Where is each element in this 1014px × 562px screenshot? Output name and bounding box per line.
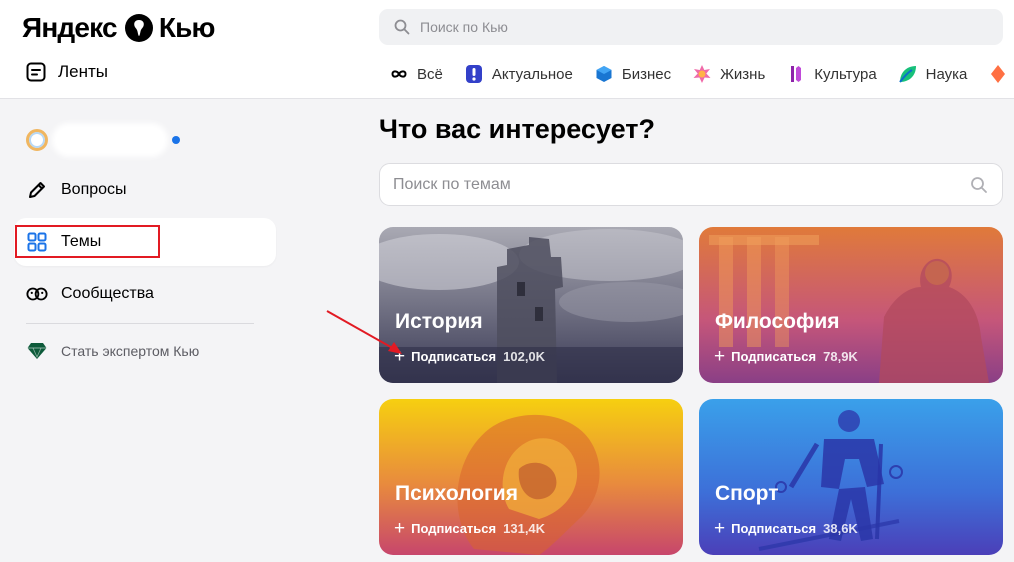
topic-search-input[interactable] xyxy=(393,175,963,194)
category-actual[interactable]: Актуальное xyxy=(464,64,573,84)
become-expert-link[interactable]: Стать экспертом Кью xyxy=(26,340,199,362)
sidebar-item-label: Сообщества xyxy=(61,285,154,302)
feeds-label: Ленты xyxy=(58,62,109,81)
diamond-icon xyxy=(988,64,1008,84)
page-title: Что вас интересует? xyxy=(379,114,655,144)
category-label: Культура xyxy=(814,65,877,83)
become-expert-label: Стать экспертом Кью xyxy=(61,343,200,359)
business-icon xyxy=(594,64,614,84)
category-life[interactable]: Жизнь xyxy=(692,64,765,84)
category-culture[interactable]: Культура xyxy=(786,64,877,84)
subscribe-button[interactable]: + Подписаться 38,6K xyxy=(714,519,858,538)
actual-icon xyxy=(464,64,484,84)
science-icon xyxy=(898,64,918,84)
category-business[interactable]: Бизнес xyxy=(594,64,671,84)
subscriber-count: 102,0K xyxy=(503,349,546,364)
topic-card-history[interactable]: История + Подписаться 102,0K xyxy=(379,227,683,383)
global-search-bar[interactable] xyxy=(379,9,1003,45)
category-label: Жизнь xyxy=(720,65,766,83)
plus-icon: + xyxy=(394,346,406,367)
topic-title: История xyxy=(395,310,483,333)
subscriber-count: 78,9K xyxy=(823,349,858,364)
global-search-input[interactable] xyxy=(420,19,980,35)
life-icon xyxy=(692,64,712,84)
expert-gem-icon xyxy=(26,340,48,362)
community-icon xyxy=(26,283,48,305)
topic-search-bar[interactable] xyxy=(379,163,1003,206)
sidebar-divider xyxy=(26,323,254,324)
sidebar-item-label: Вопросы xyxy=(61,181,127,198)
subscribe-button[interactable]: + Подписаться 78,9K xyxy=(714,347,858,366)
category-label: Актуальное xyxy=(491,65,573,83)
logo-text-yandex: Яндекс xyxy=(22,12,118,43)
search-icon[interactable] xyxy=(970,176,988,194)
feeds-icon xyxy=(26,62,46,82)
category-label: Бизнес xyxy=(621,65,672,83)
grid-icon xyxy=(26,231,48,253)
subscribe-label: Подписаться xyxy=(411,349,497,364)
category-more[interactable] xyxy=(988,64,1014,84)
category-label: Наука xyxy=(925,65,968,83)
category-all[interactable]: Всё xyxy=(389,64,443,84)
sidebar-item-label: Темы xyxy=(61,233,102,250)
feeds-link[interactable]: Ленты xyxy=(26,62,108,82)
sidebar-item-communities[interactable]: Сообщества xyxy=(14,270,276,318)
yandex-q-logo[interactable]: Яндекс Кью xyxy=(22,10,215,46)
avatar[interactable] xyxy=(26,129,48,151)
category-label: Всё xyxy=(417,65,443,83)
subscribe-label: Подписаться xyxy=(731,349,817,364)
plus-icon: + xyxy=(714,346,726,367)
topic-title: Философия xyxy=(715,310,840,333)
profile-name-hidden xyxy=(56,127,164,153)
plus-icon: + xyxy=(394,518,406,539)
topic-title: Психология xyxy=(395,482,518,505)
search-icon xyxy=(394,19,410,35)
topic-card-sport[interactable]: Спорт + Подписаться 38,6K xyxy=(699,399,1003,555)
topic-title: Спорт xyxy=(715,482,779,505)
plus-icon: + xyxy=(714,518,726,539)
culture-icon xyxy=(786,64,806,84)
q-logo-icon xyxy=(124,14,153,42)
category-nav: Всё Актуальное Бизнес Жизнь Культура Нау… xyxy=(389,64,1014,84)
subscribe-button[interactable]: + Подписаться 131,4K xyxy=(394,519,545,538)
subscriber-count: 131,4K xyxy=(503,521,546,536)
sidebar-item-topics[interactable]: Темы xyxy=(14,218,276,266)
subscribe-button[interactable]: + Подписаться 102,0K xyxy=(394,347,545,366)
category-science[interactable]: Наука xyxy=(898,64,968,84)
subscriber-count: 38,6K xyxy=(823,521,858,536)
notification-dot xyxy=(172,136,180,144)
sidebar-item-questions[interactable]: Вопросы xyxy=(14,166,276,214)
logo-text-q: Кью xyxy=(158,12,216,43)
infinity-icon xyxy=(389,64,409,84)
profile-block[interactable] xyxy=(26,127,180,153)
topic-card-psychology[interactable]: Психология + Подписаться 131,4K xyxy=(379,399,683,555)
topic-card-philosophy[interactable]: Философия + Подписаться 78,9K xyxy=(699,227,1003,383)
top-header: Яндекс Кью Ленты Всё xyxy=(0,0,1014,99)
subscribe-label: Подписаться xyxy=(411,521,497,536)
subscribe-label: Подписаться xyxy=(731,521,817,536)
pencil-icon xyxy=(26,179,48,201)
